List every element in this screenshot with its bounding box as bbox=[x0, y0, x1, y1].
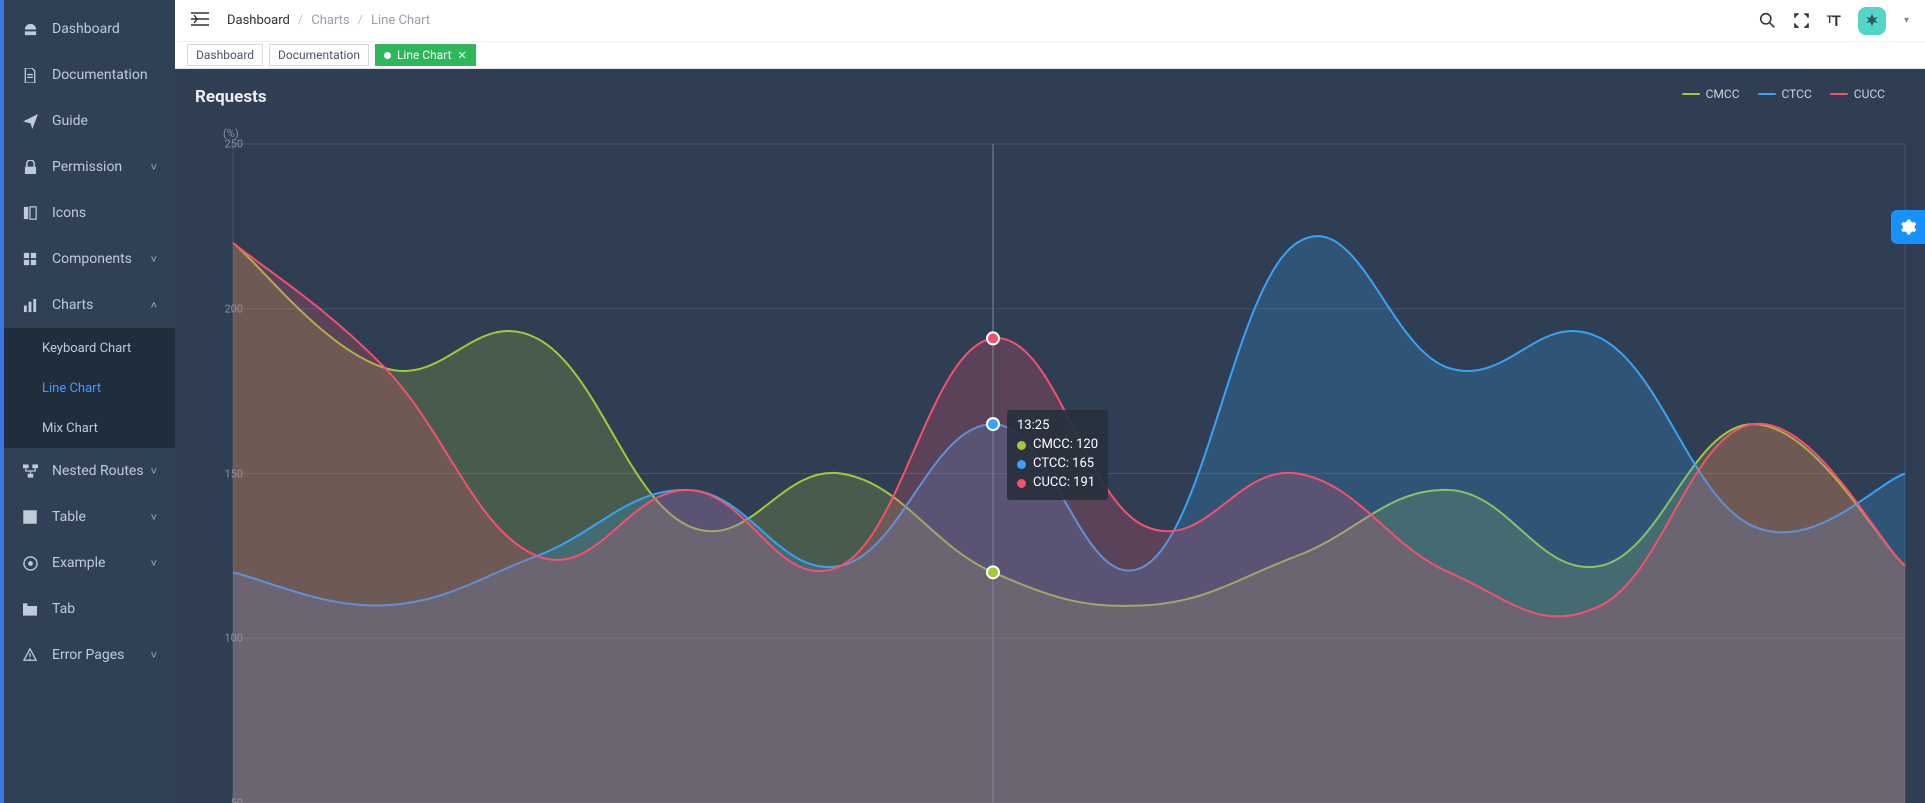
sidebar-sub-line-chart[interactable]: Line Chart bbox=[4, 368, 175, 408]
breadcrumb-item: Line Chart bbox=[371, 13, 430, 28]
sidebar-item-label: Icons bbox=[52, 205, 86, 221]
chevron-down-icon: ˅ bbox=[151, 465, 157, 478]
nested-icon bbox=[22, 463, 38, 479]
error-icon bbox=[22, 647, 38, 663]
sidebar-item-label: Error Pages bbox=[52, 647, 124, 663]
hamburger-icon[interactable] bbox=[191, 12, 209, 30]
chart-icon bbox=[22, 297, 38, 313]
doc-icon bbox=[22, 67, 38, 83]
sidebar-item-example[interactable]: Example ˅ bbox=[4, 540, 175, 586]
chevron-down-icon: ˅ bbox=[151, 253, 157, 266]
sidebar-item-label: Charts bbox=[52, 297, 93, 313]
breadcrumb-item: Charts bbox=[311, 13, 349, 28]
caret-down-icon[interactable]: ▾ bbox=[1904, 15, 1909, 26]
chart-svg bbox=[175, 69, 1925, 803]
ytick-label: 150 bbox=[223, 467, 243, 480]
sidebar-item-documentation[interactable]: Documentation bbox=[4, 52, 175, 98]
sidebar-item-label: Components bbox=[52, 251, 132, 267]
sidebar-item-label: Guide bbox=[52, 113, 88, 129]
breadcrumb-item[interactable]: Dashboard bbox=[227, 13, 290, 28]
tabs-bar: Dashboard Documentation Line Chart ✕ bbox=[175, 42, 1925, 69]
settings-button[interactable] bbox=[1891, 210, 1925, 244]
sidebar-item-label: Documentation bbox=[52, 67, 148, 83]
chevron-down-icon: ˅ bbox=[151, 161, 157, 174]
chart-panel: Requests CMCC CTCC CUCC (%) 501001502002… bbox=[175, 69, 1925, 803]
chevron-up-icon: ˄ bbox=[151, 299, 157, 312]
lock-icon bbox=[22, 159, 38, 175]
point-ctcc bbox=[987, 418, 999, 430]
sidebar-item-charts[interactable]: Charts ˄ bbox=[4, 282, 175, 328]
active-dot-icon bbox=[384, 52, 391, 59]
grid-icon bbox=[22, 251, 38, 267]
ytick-label: 250 bbox=[223, 138, 243, 151]
sidebar-sub-keyboard-chart[interactable]: Keyboard Chart bbox=[4, 328, 175, 368]
breadcrumb: Dashboard / Charts / Line Chart bbox=[227, 13, 430, 28]
layout-icon bbox=[22, 205, 38, 221]
table-icon bbox=[22, 509, 38, 525]
main: Dashboard / Charts / Line Chart TT ▾ Das… bbox=[175, 0, 1925, 803]
chevron-down-icon: ˅ bbox=[151, 511, 157, 524]
ytick-label: 200 bbox=[223, 302, 243, 315]
sidebar-item-label: Tab bbox=[52, 601, 75, 617]
circle-icon bbox=[22, 555, 38, 571]
dashboard-icon bbox=[22, 21, 38, 37]
tab-line-chart[interactable]: Line Chart ✕ bbox=[375, 44, 476, 66]
close-icon[interactable]: ✕ bbox=[458, 49, 467, 62]
sidebar-item-label: Nested Routes bbox=[52, 463, 144, 479]
ytick-label: 100 bbox=[223, 632, 243, 645]
sidebar-sub-mix-chart[interactable]: Mix Chart bbox=[4, 408, 175, 448]
sidebar-item-nested-routes[interactable]: Nested Routes ˅ bbox=[4, 448, 175, 494]
point-cmcc bbox=[987, 566, 999, 578]
sidebar-item-dashboard[interactable]: Dashboard bbox=[4, 6, 175, 52]
tab-label: Documentation bbox=[278, 48, 360, 62]
sidebar-item-icons[interactable]: Icons bbox=[4, 190, 175, 236]
fullscreen-icon[interactable] bbox=[1794, 13, 1809, 28]
tab-label: Line Chart bbox=[397, 48, 452, 62]
chart-area[interactable]: (%) 50100150200250 bbox=[175, 69, 1925, 803]
sidebar-sub-charts: Keyboard ChartLine ChartMix Chart bbox=[4, 328, 175, 448]
ytick-label: 50 bbox=[223, 797, 243, 803]
search-icon[interactable] bbox=[1759, 12, 1776, 29]
tab-icon bbox=[22, 601, 38, 617]
plane-icon bbox=[22, 113, 38, 129]
chevron-down-icon: ˅ bbox=[151, 649, 157, 662]
chevron-down-icon: ˅ bbox=[151, 557, 157, 570]
avatar[interactable] bbox=[1858, 7, 1886, 35]
sidebar-item-guide[interactable]: Guide bbox=[4, 98, 175, 144]
point-cucc bbox=[987, 332, 999, 344]
sidebar-item-permission[interactable]: Permission ˅ bbox=[4, 144, 175, 190]
sidebar-item-table[interactable]: Table ˅ bbox=[4, 494, 175, 540]
sidebar-item-error-pages[interactable]: Error Pages ˅ bbox=[4, 632, 175, 678]
sidebar-item-tab[interactable]: Tab bbox=[4, 586, 175, 632]
header: Dashboard / Charts / Line Chart TT ▾ bbox=[175, 0, 1925, 42]
sidebar-item-label: Example bbox=[52, 555, 105, 571]
sidebar-item-label: Permission bbox=[52, 159, 122, 175]
sidebar: Dashboard Documentation Guide Permission… bbox=[0, 0, 175, 803]
sidebar-item-components[interactable]: Components ˅ bbox=[4, 236, 175, 282]
tab-documentation[interactable]: Documentation bbox=[269, 44, 369, 66]
textsize-icon[interactable]: TT bbox=[1827, 12, 1840, 30]
header-actions: TT ▾ bbox=[1759, 7, 1909, 35]
tab-dashboard[interactable]: Dashboard bbox=[187, 44, 263, 66]
tab-label: Dashboard bbox=[196, 48, 254, 62]
sidebar-item-label: Dashboard bbox=[52, 21, 120, 37]
sidebar-item-label: Table bbox=[52, 509, 86, 525]
